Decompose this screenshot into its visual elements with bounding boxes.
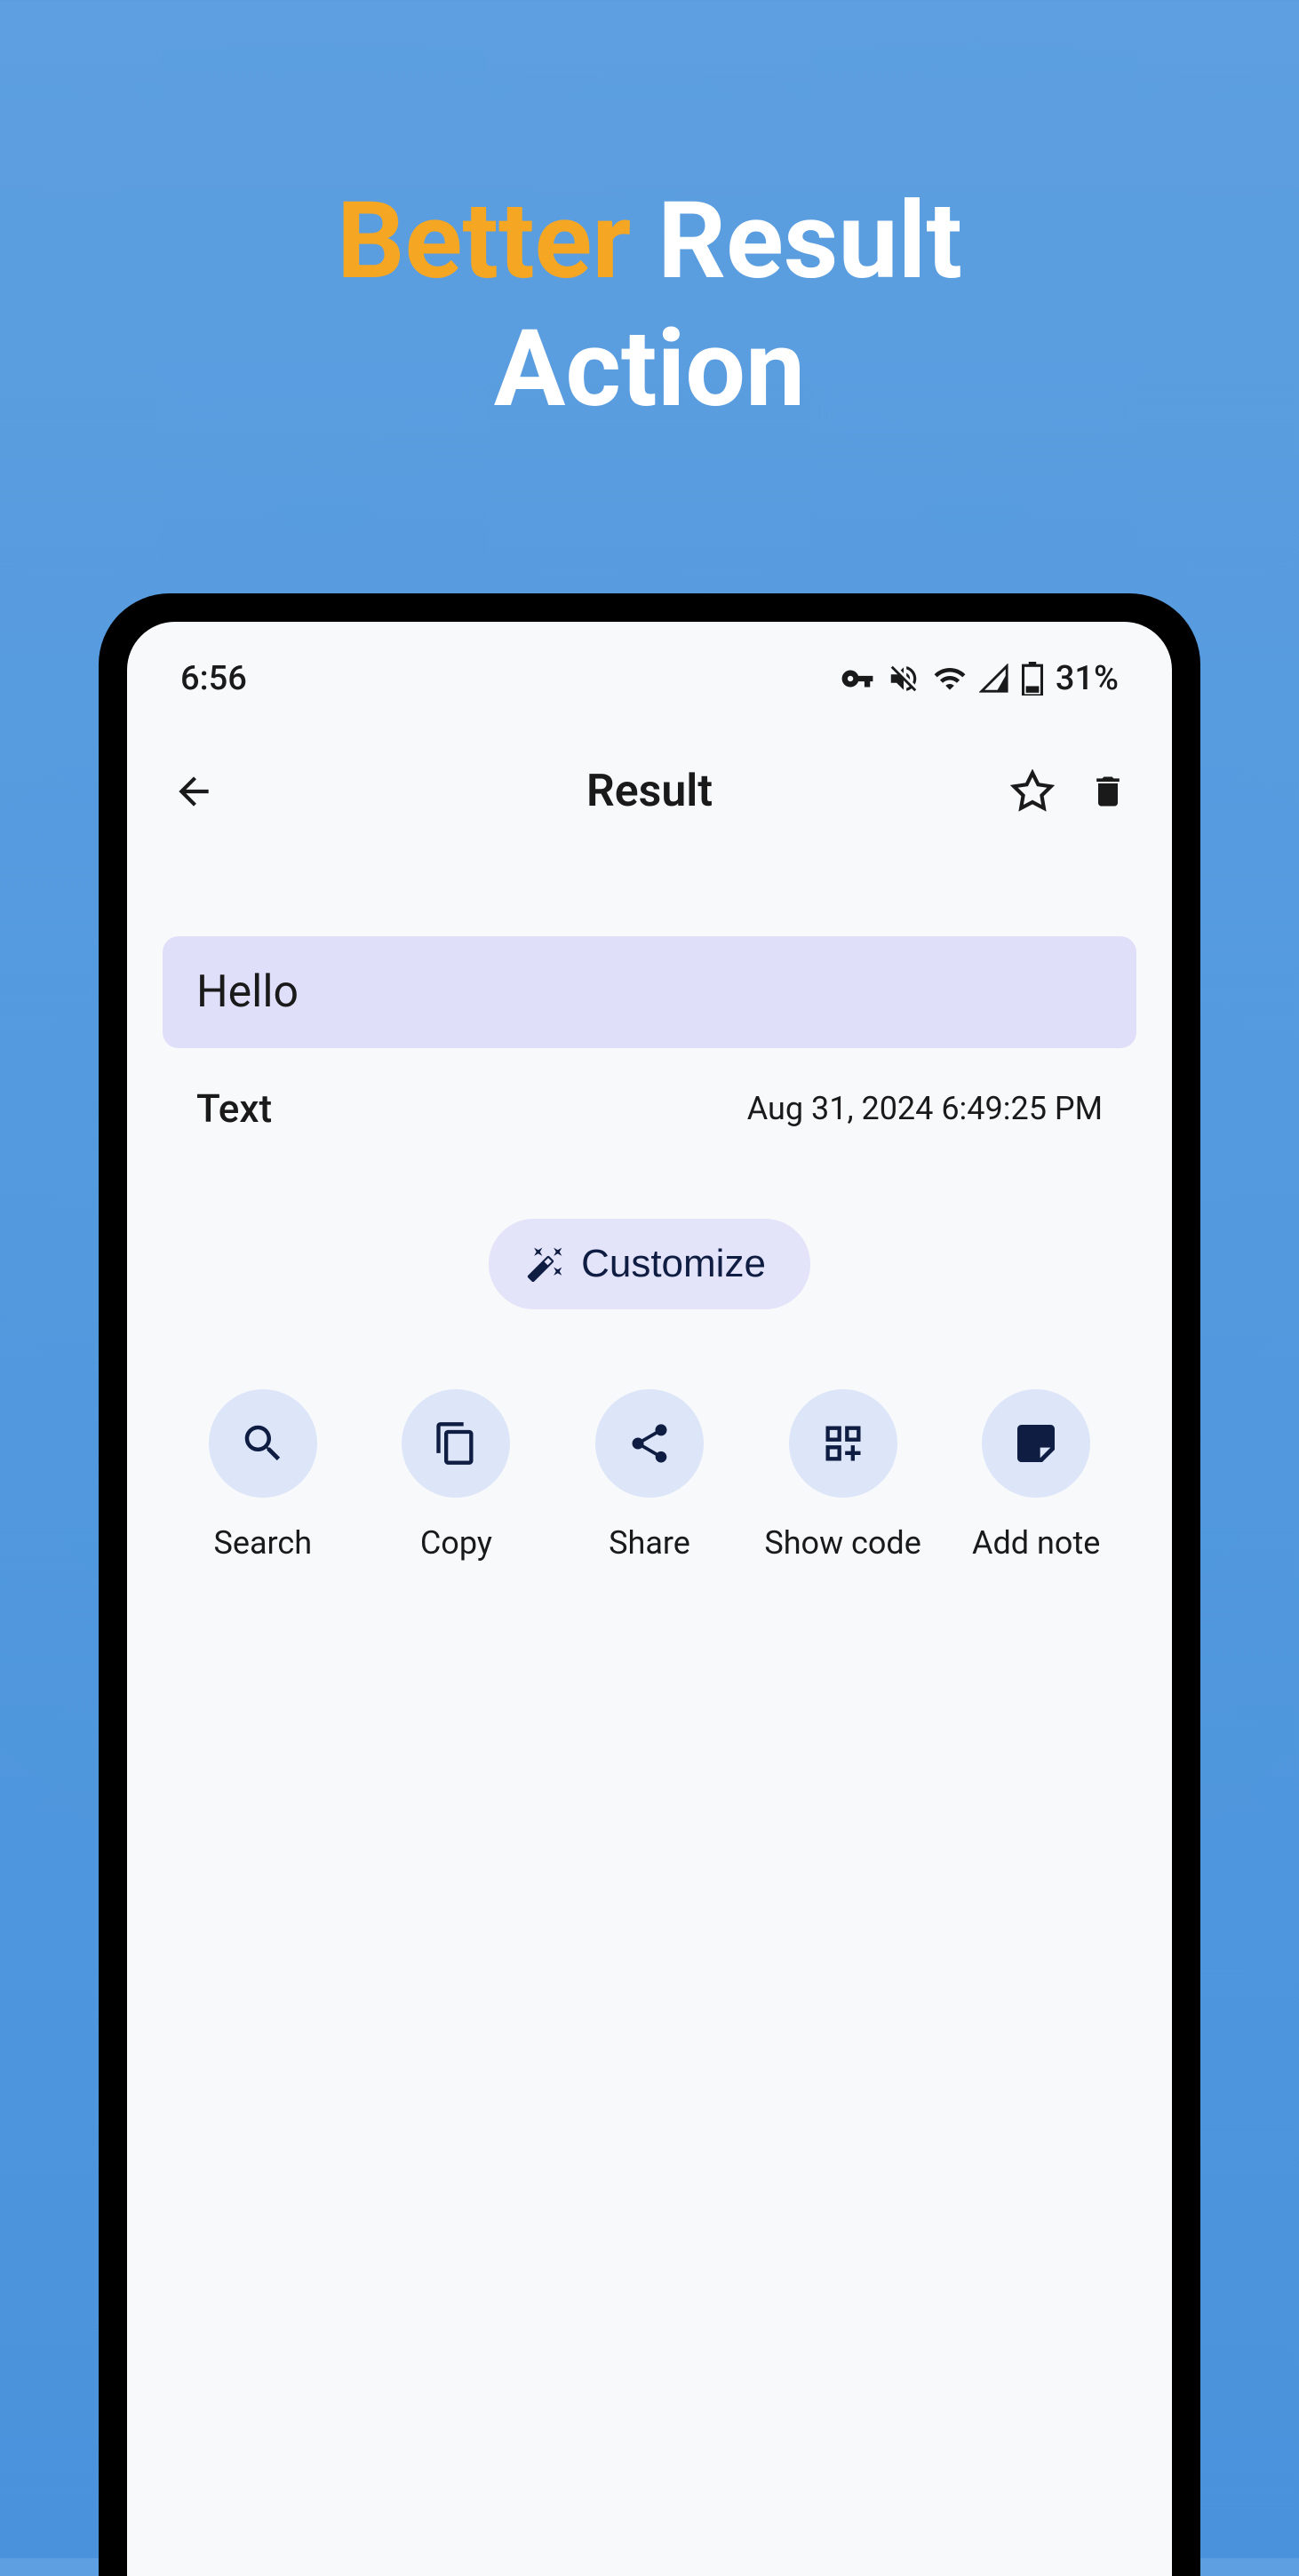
marketing-line2: Action [494, 307, 806, 432]
status-bar: 6:56 31% [163, 622, 1136, 720]
qrcode-icon [820, 1420, 866, 1467]
customize-row: Customize [163, 1219, 1136, 1309]
app-bar: Result [163, 720, 1136, 844]
phone-screen: 6:56 31% Result [127, 622, 1172, 2576]
search-icon [239, 1419, 287, 1467]
result-text: Hello [196, 966, 299, 1018]
marketing-header: Better Result Action [337, 178, 962, 433]
share-label: Share [609, 1524, 690, 1562]
add-note-action[interactable]: Add note [939, 1389, 1133, 1562]
marketing-title: Better Result Action [337, 178, 962, 433]
add-note-label: Add note [972, 1524, 1100, 1562]
favorite-button[interactable] [1010, 769, 1055, 814]
phone-frame: 6:56 31% Result [99, 593, 1200, 2576]
result-timestamp: Aug 31, 2024 6:49:25 PM [747, 1090, 1103, 1127]
vpn-key-icon [841, 662, 874, 696]
delete-button[interactable] [1088, 772, 1128, 811]
marketing-rest-word: Result [631, 179, 962, 304]
copy-icon [433, 1420, 479, 1467]
copy-icon-circle [402, 1389, 510, 1498]
share-icon [626, 1420, 673, 1467]
arrow-back-icon [171, 769, 216, 814]
result-content-card: Hello [163, 936, 1136, 1048]
customize-button[interactable]: Customize [489, 1219, 810, 1309]
battery-icon [1022, 662, 1043, 696]
show-code-action[interactable]: Show code [746, 1389, 940, 1562]
wifi-icon [933, 662, 967, 696]
marketing-accent-word: Better [337, 179, 631, 304]
share-icon-circle [595, 1389, 704, 1498]
star-outline-icon [1010, 769, 1055, 814]
show-code-label: Show code [764, 1524, 920, 1562]
search-label: Search [214, 1524, 313, 1562]
copy-action[interactable]: Copy [360, 1389, 554, 1562]
note-icon-circle [982, 1389, 1090, 1498]
copy-label: Copy [420, 1524, 492, 1562]
search-icon-circle [209, 1389, 317, 1498]
qrcode-icon-circle [789, 1389, 897, 1498]
signal-icon [979, 664, 1009, 694]
magic-wand-icon [526, 1244, 565, 1284]
back-button[interactable] [171, 769, 216, 814]
share-action[interactable]: Share [553, 1389, 746, 1562]
customize-label: Customize [581, 1242, 766, 1286]
trash-icon [1088, 772, 1128, 811]
search-action[interactable]: Search [166, 1389, 360, 1562]
status-time: 6:56 [180, 659, 247, 698]
status-right: 31% [841, 659, 1119, 698]
note-icon [1011, 1419, 1061, 1468]
result-type-label: Text [196, 1085, 272, 1132]
actions-row: Search Copy Share Show code [163, 1389, 1136, 1562]
battery-percent: 31% [1056, 659, 1119, 698]
mute-icon [887, 662, 920, 696]
page-title: Result [305, 766, 994, 817]
result-meta-row: Text Aug 31, 2024 6:49:25 PM [163, 1048, 1136, 1158]
